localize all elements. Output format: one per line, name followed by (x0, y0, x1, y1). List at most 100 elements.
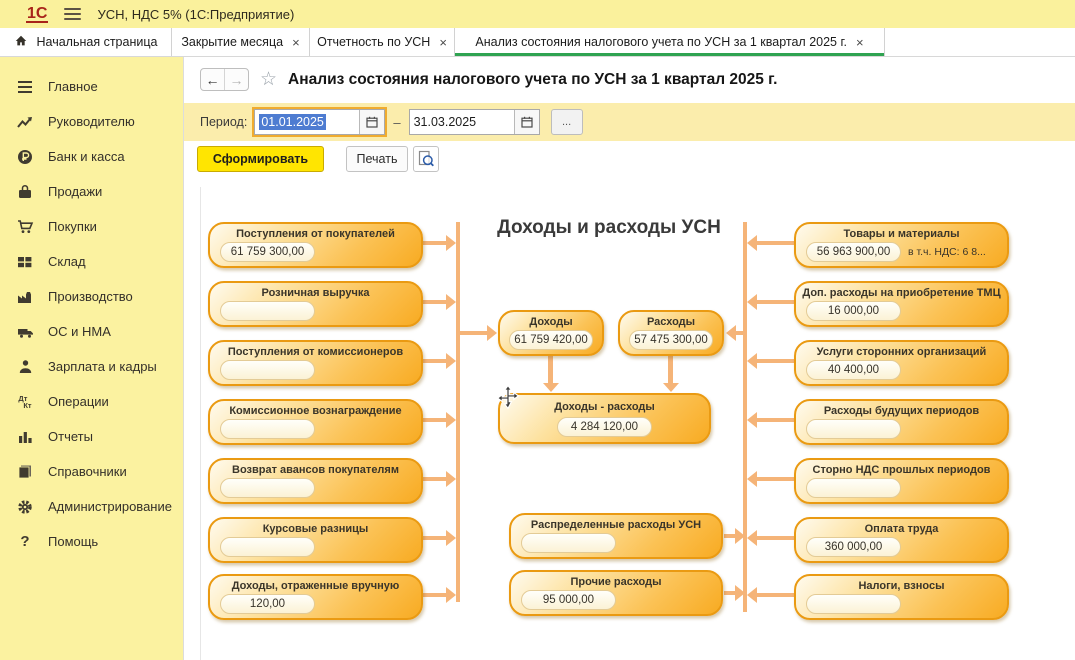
flow-arrow (460, 331, 488, 335)
truck-icon (14, 325, 36, 339)
flow-arrow (735, 331, 743, 335)
block-title: Расходы будущих периодов (796, 405, 1007, 417)
flow-arrow (423, 593, 447, 597)
diagram-block-income-total[interactable]: Доходы 61 759 420,00 (498, 310, 604, 356)
block-value[interactable] (806, 419, 901, 439)
sidebar-item-directories[interactable]: Справочники (0, 454, 183, 489)
ruble-icon (14, 149, 36, 165)
period-more-button[interactable]: ... (551, 109, 583, 135)
print-button[interactable]: Печать (346, 146, 408, 172)
diagram-block-distributed-expenses[interactable]: Распределенные расходы УСН (509, 513, 723, 559)
flow-arrow (724, 591, 736, 595)
block-value[interactable]: 4 284 120,00 (557, 417, 652, 437)
flow-arrow (423, 359, 447, 363)
tab-bar: Начальная страница Закрытие месяца × Отч… (0, 28, 1075, 57)
block-value[interactable] (220, 478, 315, 498)
diagram-block-retail-revenue[interactable]: Розничная выручка (208, 281, 423, 327)
diagram-block-goods-materials[interactable]: Товары и материалы 56 963 900,00в т.ч. Н… (794, 222, 1009, 268)
calendar-icon[interactable] (514, 110, 539, 134)
block-value[interactable] (220, 537, 315, 557)
block-value[interactable]: 120,00 (220, 594, 315, 614)
period-to-field: 31.03.2025 (409, 109, 540, 135)
sidebar-item-reports[interactable]: Отчеты (0, 419, 183, 454)
diagram-block-other-expenses[interactable]: Прочие расходы 95 000,00 (509, 570, 723, 616)
sidebar-item-label: Справочники (48, 464, 127, 479)
warehouse-icon (14, 255, 36, 269)
block-value[interactable] (220, 360, 315, 380)
flow-arrow (756, 241, 794, 245)
sidebar-item-payroll[interactable]: Зарплата и кадры (0, 349, 183, 384)
tab-month-closing[interactable]: Закрытие месяца × (172, 28, 310, 56)
calendar-icon[interactable] (359, 110, 384, 134)
diagram-block-extra-tmc-costs[interactable]: Доп. расходы на приобретение ТМЦ 16 000,… (794, 281, 1009, 327)
period-from-input[interactable]: 01.01.2025 (255, 110, 359, 134)
block-title: Возврат авансов покупателям (210, 464, 421, 476)
diagram-block-deferred-expenses[interactable]: Расходы будущих периодов (794, 399, 1009, 445)
diagram-block-commission-receipts[interactable]: Поступления от комиссионеров (208, 340, 423, 386)
diagram-block-exchange-differences[interactable]: Курсовые разницы (208, 517, 423, 563)
trend-icon (14, 115, 36, 129)
generate-button[interactable]: Сформировать (197, 146, 324, 172)
preview-button[interactable] (413, 146, 439, 172)
block-value[interactable]: 95 000,00 (521, 590, 616, 610)
period-panel: Период: 01.01.2025 – 31.03.2025 ... (184, 103, 1075, 141)
diagram-block-vat-reversal[interactable]: Сторно НДС прошлых периодов (794, 458, 1009, 504)
window-titlebar: 1С УСН, НДС 5% (1С:Предприятие) (0, 0, 1075, 28)
sidebar-item-label: Продажи (48, 184, 102, 199)
block-value[interactable]: 61 759 300,00 (220, 242, 315, 262)
block-value[interactable] (806, 478, 901, 498)
close-icon[interactable]: × (292, 35, 300, 50)
tab-home[interactable]: Начальная страница (0, 28, 172, 56)
home-icon (14, 34, 28, 51)
favorite-star-icon[interactable]: ☆ (260, 70, 277, 89)
sidebar-item-bank-cash[interactable]: Банк и касса (0, 139, 183, 174)
sidebar-item-operations[interactable]: ДтКт Операции (0, 384, 183, 419)
sidebar-item-help[interactable]: ? Помощь (0, 524, 183, 559)
block-value[interactable]: 56 963 900,00 (806, 242, 901, 262)
period-to-input[interactable]: 31.03.2025 (410, 110, 514, 134)
back-button[interactable]: ← (201, 69, 225, 90)
block-value[interactable]: 360 000,00 (806, 537, 901, 557)
sidebar-item-label: Главное (48, 79, 98, 94)
tab-usn-analysis[interactable]: Анализ состояния налогового учета по УСН… (455, 28, 885, 56)
diagram-block-payroll[interactable]: Оплата труда 360 000,00 (794, 517, 1009, 563)
diagram-block-taxes-contributions[interactable]: Налоги, взносы (794, 574, 1009, 620)
window-title: УСН, НДС 5% (1С:Предприятие) (97, 7, 294, 22)
sidebar-item-fixed-assets[interactable]: ОС и НМА (0, 314, 183, 349)
diagram-block-third-party-services[interactable]: Услуги сторонних организаций 40 400,00 (794, 340, 1009, 386)
sidebar-item-administration[interactable]: Администрирование (0, 489, 183, 524)
close-icon[interactable]: × (856, 35, 864, 50)
sidebar-item-sales[interactable]: Продажи (0, 174, 183, 209)
diagram-block-advance-returns[interactable]: Возврат авансов покупателям (208, 458, 423, 504)
diagram-block-manual-income[interactable]: Доходы, отраженные вручную 120,00 (208, 574, 423, 620)
books-icon (14, 464, 36, 479)
sidebar-item-purchases[interactable]: Покупки (0, 209, 183, 244)
diagram-block-commission-fee[interactable]: Комиссионное вознаграждение (208, 399, 423, 445)
diagram-block-income-minus-expense[interactable]: Доходы - расходы 4 284 120,00 (498, 393, 711, 444)
block-title: Оплата труда (796, 523, 1007, 535)
close-icon[interactable]: × (439, 35, 447, 50)
tab-label: Отчетность по УСН (317, 35, 430, 49)
block-value[interactable] (220, 301, 315, 321)
block-value[interactable]: 61 759 420,00 (509, 330, 593, 350)
forward-button[interactable]: → (225, 69, 248, 90)
flow-arrow (756, 477, 794, 481)
sidebar-item-label: Зарплата и кадры (48, 359, 157, 374)
block-value[interactable] (521, 533, 616, 553)
block-value[interactable]: 40 400,00 (806, 360, 901, 380)
sidebar-item-manager[interactable]: Руководителю (0, 104, 183, 139)
cart-icon (14, 219, 36, 234)
diagram-block-income-customers[interactable]: Поступления от покупателей 61 759 300,00 (208, 222, 423, 268)
block-value[interactable]: 57 475 300,00 (629, 330, 713, 350)
sidebar-item-main[interactable]: Главное (0, 69, 183, 104)
tab-usn-reporting[interactable]: Отчетность по УСН × (310, 28, 455, 56)
sidebar-item-warehouse[interactable]: Склад (0, 244, 183, 279)
sidebar-item-production[interactable]: Производство (0, 279, 183, 314)
block-value[interactable]: 16 000,00 (806, 301, 901, 321)
main-menu-icon[interactable] (64, 8, 81, 20)
flow-arrow (423, 477, 447, 481)
block-value[interactable] (806, 594, 901, 614)
diagram-block-expense-total[interactable]: Расходы 57 475 300,00 (618, 310, 724, 356)
bag-icon (14, 184, 36, 199)
block-value[interactable] (220, 419, 315, 439)
